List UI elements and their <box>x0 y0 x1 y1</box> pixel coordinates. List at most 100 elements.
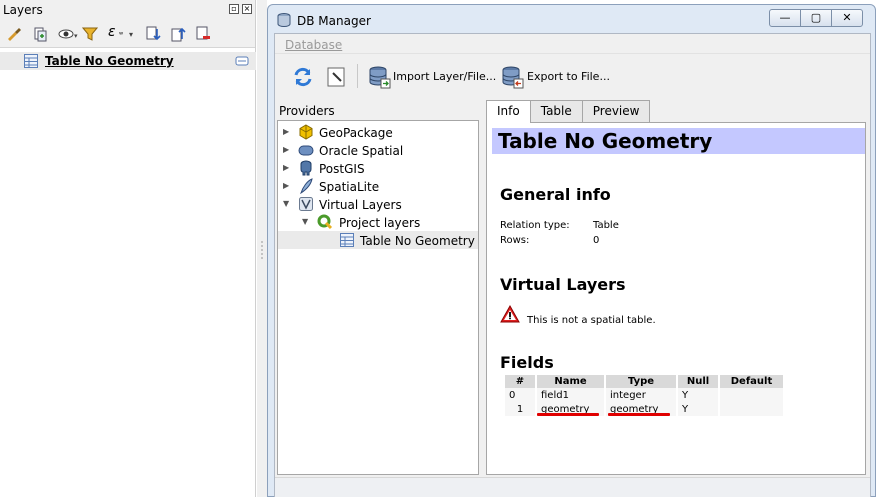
fields-table: # Name Type Null Default 0 field1 intege… <box>503 375 785 416</box>
visibility-eye-icon[interactable] <box>58 26 74 42</box>
menu-database[interactable]: Database <box>285 38 342 52</box>
expression-dropdown-arrow-icon[interactable]: ▾ <box>129 30 133 39</box>
table-row: 0 field1 integer Y <box>505 388 783 402</box>
layers-panel: Layers ▫ × ▾ ε ʷ ▾ Table No Geometry <box>0 0 256 497</box>
relation-type-label: Relation type: <box>500 220 570 231</box>
qgis-project-icon <box>317 214 333 230</box>
warning-text: This is not a spatial table. <box>527 315 656 326</box>
window-title: DB Manager <box>297 14 371 28</box>
db-manager-titlebar[interactable]: DB Manager — ▢ ✕ <box>268 5 875 33</box>
tab-info[interactable]: Info <box>486 100 531 123</box>
expand-arrow-icon[interactable]: ▶ <box>283 127 293 137</box>
tree-item-label: Virtual Layers <box>319 198 402 212</box>
layers-panel-title: Layers <box>3 3 43 17</box>
field-index: 1 <box>505 402 535 416</box>
tree-item-label: Oracle Spatial <box>319 144 404 158</box>
expand-arrow-icon[interactable]: ▶ <box>283 145 293 155</box>
column-header: Default <box>720 375 783 388</box>
providers-tree[interactable]: ▶ GeoPackage ▶ Oracle Spatial ▶ PostGIS … <box>277 120 479 475</box>
collapse-all-icon[interactable] <box>170 26 186 42</box>
collapse-arrow-icon[interactable]: ▼ <box>302 217 312 227</box>
export-file-button[interactable]: Export to File... <box>527 70 610 83</box>
rows-value: 0 <box>593 235 600 246</box>
export-file-icon[interactable] <box>500 65 524 89</box>
column-header: Null <box>678 375 718 388</box>
field-default <box>720 402 783 416</box>
refresh-icon[interactable] <box>292 66 314 88</box>
float-panel-icon[interactable]: ▫ <box>229 4 239 14</box>
column-header: Type <box>606 375 676 388</box>
layer-item[interactable]: Table No Geometry <box>0 52 256 70</box>
rows-label: Rows: <box>500 235 530 246</box>
spatialite-feather-icon <box>300 178 313 194</box>
info-tabs: Info Table Preview <box>486 100 651 123</box>
field-default <box>720 388 783 402</box>
tree-item-label: Table No Geometry <box>360 234 475 248</box>
tree-item-virtual-layers[interactable]: ▼ Virtual Layers <box>278 195 478 213</box>
virtual-layers-icon <box>299 197 313 211</box>
highlight-underline-name <box>537 413 599 416</box>
fields-header-row: # Name Type Null Default <box>505 375 783 388</box>
oracle-icon <box>298 145 314 156</box>
tree-item-label: GeoPackage <box>319 126 393 140</box>
db-manager-window: DB Manager — ▢ ✕ Database Import Layer/F… <box>267 4 876 497</box>
menubar: Database <box>275 34 870 54</box>
virtual-layers-heading: Virtual Layers <box>500 275 626 294</box>
tree-item-label: Project layers <box>339 216 421 230</box>
tree-item-table-no-geometry[interactable]: Table No Geometry <box>278 231 478 249</box>
expand-all-icon[interactable] <box>145 26 161 42</box>
sql-window-icon[interactable] <box>327 67 345 87</box>
tree-item-geopackage[interactable]: ▶ GeoPackage <box>278 123 478 141</box>
add-group-icon[interactable] <box>32 26 48 42</box>
providers-label: Providers <box>279 104 335 118</box>
tree-item-postgis[interactable]: ▶ PostGIS <box>278 159 478 177</box>
info-pane: Table No Geometry General info Relation … <box>486 122 866 475</box>
column-header: Name <box>537 375 604 388</box>
info-header: Table No Geometry <box>492 128 865 154</box>
postgis-elephant-icon <box>300 160 312 176</box>
layers-titlebar: Layers ▫ × <box>0 0 255 20</box>
expression-subscript-icon: ʷ <box>119 30 124 39</box>
field-type: integer <box>606 388 676 402</box>
field-index: 0 <box>505 388 535 402</box>
expand-arrow-icon[interactable]: ▶ <box>283 163 293 173</box>
import-layer-icon[interactable] <box>367 65 391 89</box>
field-name: field1 <box>537 388 604 402</box>
tree-item-project-layers[interactable]: ▼ Project layers <box>278 213 478 231</box>
collapse-arrow-icon[interactable]: ▼ <box>283 199 293 209</box>
warning-icon <box>500 305 520 323</box>
eye-dropdown-arrow-icon[interactable]: ▾ <box>74 32 78 40</box>
expand-arrow-icon[interactable]: ▶ <box>283 181 293 191</box>
close-button[interactable]: ✕ <box>831 9 863 27</box>
db-manager-app-icon <box>277 13 291 28</box>
field-null: Y <box>678 388 718 402</box>
filter-icon[interactable] <box>82 26 98 42</box>
column-header: # <box>505 375 535 388</box>
minimize-button[interactable]: — <box>769 9 801 27</box>
table-icon <box>340 233 354 247</box>
layers-toolbar: ▾ ε ʷ ▾ <box>0 20 255 48</box>
tree-item-label: SpatiaLite <box>319 180 380 194</box>
geopackage-icon <box>299 124 313 140</box>
tree-item-spatialite[interactable]: ▶ SpatiaLite <box>278 177 478 195</box>
highlight-underline-type <box>608 413 670 416</box>
layer-indicator-icon[interactable] <box>235 55 249 67</box>
field-null: Y <box>678 402 718 416</box>
tab-preview[interactable]: Preview <box>581 100 651 122</box>
maximize-button[interactable]: ▢ <box>800 9 832 27</box>
status-bar <box>275 477 870 497</box>
fields-heading: Fields <box>500 353 554 372</box>
db-toolbar: Import Layer/File... Export to File... <box>275 56 870 96</box>
import-layer-button[interactable]: Import Layer/File... <box>393 70 496 83</box>
table-title: Table No Geometry <box>498 129 713 153</box>
table-layer-icon <box>24 54 38 68</box>
db-manager-client: Database Import Layer/File... Export to … <box>274 33 871 497</box>
close-panel-icon[interactable]: × <box>242 4 252 14</box>
general-info-heading: General info <box>500 185 611 204</box>
tree-item-oracle-spatial[interactable]: ▶ Oracle Spatial <box>278 141 478 159</box>
tab-table[interactable]: Table <box>529 100 583 122</box>
layer-name: Table No Geometry <box>45 54 174 68</box>
remove-layer-icon[interactable] <box>195 26 211 42</box>
style-brush-icon[interactable] <box>6 26 22 42</box>
panel-splitter[interactable] <box>257 0 267 497</box>
